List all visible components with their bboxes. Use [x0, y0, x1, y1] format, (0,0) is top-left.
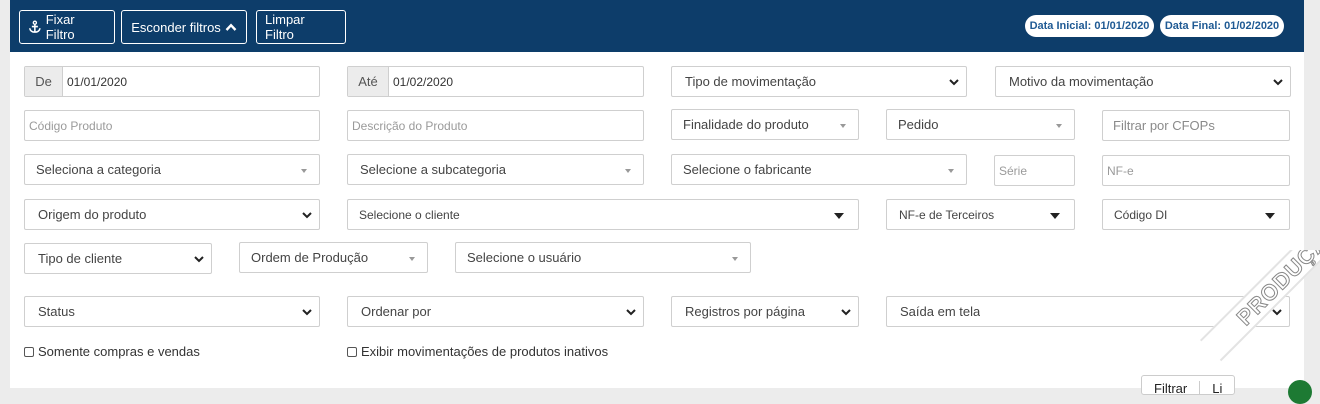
product-code-input[interactable]: Código Produto — [24, 110, 320, 141]
order-select[interactable]: Pedido — [886, 109, 1075, 140]
di-code-value: Código DI — [1114, 207, 1168, 222]
chevron-down-icon — [302, 212, 312, 219]
product-origin-value: Origem do produto — [38, 207, 147, 222]
date-from-field[interactable]: De 01/01/2020 — [24, 66, 320, 97]
chevron-up-icon — [225, 23, 237, 31]
chat-bubble-icon[interactable] — [1288, 380, 1312, 404]
caret-down-icon — [625, 169, 631, 173]
subcategory-value: Selecione a subcategoria — [360, 162, 506, 177]
user-select[interactable]: Selecione o usuário — [455, 242, 751, 273]
series-input[interactable]: Série — [994, 155, 1075, 186]
caret-down-icon — [834, 213, 844, 219]
third-party-nfe-select[interactable]: NF-e de Terceiros — [886, 199, 1075, 230]
checkbox-box[interactable] — [347, 346, 357, 357]
cfop-placeholder: Filtrar por CFOPs — [1113, 118, 1215, 133]
manufacturer-value: Selecione o fabricante — [683, 162, 812, 177]
output-value: Saída em tela — [900, 304, 981, 319]
date-from-addon: De — [25, 67, 63, 96]
movement-reason-select[interactable]: Motivo da movimentação — [995, 66, 1291, 97]
nfe-placeholder: NF-e — [1107, 163, 1134, 178]
date-to-field[interactable]: Até 01/02/2020 — [347, 66, 644, 97]
sort-by-select[interactable]: Ordenar por — [347, 296, 644, 327]
clear-button[interactable]: Li — [1199, 381, 1234, 394]
checkbox-box[interactable] — [24, 346, 34, 357]
di-code-select[interactable]: Código DI — [1102, 199, 1290, 230]
caret-down-icon — [948, 169, 954, 173]
client-type-value: Tipo de cliente — [38, 251, 123, 266]
hide-filters-button[interactable]: Esconder filtros — [121, 10, 247, 44]
date-to-addon: Até — [348, 67, 389, 96]
category-select[interactable]: Seleciona a categoria — [24, 154, 320, 185]
caret-down-icon — [301, 169, 307, 173]
clear-filter-label: Limpar Filtro — [265, 12, 305, 42]
series-placeholder: Série — [999, 163, 1028, 178]
action-button-group: Filtrar Li — [1141, 375, 1236, 395]
caret-down-icon — [1050, 213, 1060, 219]
sort-by-value: Ordenar por — [361, 304, 432, 319]
chevron-down-icon — [841, 309, 851, 316]
start-date-badge: Data Inicial: 01/01/2020 — [1025, 15, 1154, 37]
user-value: Selecione o usuário — [467, 250, 582, 265]
production-order-select[interactable]: Ordem de Produção — [239, 242, 428, 273]
category-value: Seleciona a categoria — [36, 162, 162, 177]
product-description-input[interactable]: Descrição do Produto — [347, 110, 644, 141]
fix-filter-button[interactable]: Fixar Filtro — [19, 10, 115, 44]
date-from-value: 01/01/2020 — [67, 74, 128, 89]
status-value: Status — [38, 304, 75, 319]
chevron-down-icon — [626, 309, 636, 316]
chevron-down-icon — [1273, 79, 1283, 86]
show-inactive-movements-label: Exibir movimentações de produtos inativo… — [361, 344, 609, 359]
order-value: Pedido — [898, 117, 939, 132]
only-purchases-sales-label: Somente compras e vendas — [38, 344, 200, 359]
chevron-down-icon — [194, 256, 204, 263]
client-type-select[interactable]: Tipo de cliente — [24, 243, 212, 274]
caret-down-icon — [1265, 213, 1275, 219]
product-origin-select[interactable]: Origem do produto — [24, 199, 320, 230]
chevron-down-icon — [949, 79, 959, 86]
hide-filters-label: Esconder filtros — [131, 19, 221, 35]
product-code-placeholder: Código Produto — [29, 118, 113, 133]
fix-filter-label: Fixar Filtro — [45, 12, 75, 42]
movement-reason-value: Motivo da movimentação — [1009, 74, 1154, 89]
caret-down-icon — [1056, 124, 1062, 128]
third-party-nfe-value: NF-e de Terceiros — [899, 207, 995, 222]
cfop-input[interactable]: Filtrar por CFOPs — [1102, 110, 1290, 141]
records-per-page-value: Registros por página — [685, 304, 805, 319]
movement-type-select[interactable]: Tipo de movimentação — [671, 66, 967, 97]
records-per-page-select[interactable]: Registros por página — [671, 296, 859, 327]
chevron-down-icon — [302, 309, 312, 316]
product-purpose-value: Finalidade do produto — [683, 117, 809, 132]
show-inactive-movements-checkbox[interactable]: Exibir movimentações de produtos inativo… — [347, 344, 608, 359]
manufacturer-select[interactable]: Selecione o fabricante — [671, 154, 967, 185]
end-date-badge: Data Final: 01/02/2020 — [1160, 15, 1284, 37]
movement-type-value: Tipo de movimentação — [685, 74, 817, 89]
only-purchases-sales-checkbox[interactable]: Somente compras e vendas — [24, 344, 200, 359]
chevron-down-icon — [1272, 309, 1282, 316]
date-to-value: 01/02/2020 — [393, 74, 454, 89]
client-select[interactable]: Selecione o cliente — [347, 199, 859, 230]
production-order-value: Ordem de Produção — [251, 250, 369, 265]
product-description-placeholder: Descrição do Produto — [352, 118, 468, 133]
caret-down-icon — [409, 257, 415, 261]
filter-button[interactable]: Filtrar — [1142, 381, 1199, 394]
caret-down-icon — [732, 257, 738, 261]
clear-filter-button[interactable]: Limpar Filtro — [256, 10, 346, 44]
status-select[interactable]: Status — [24, 296, 320, 327]
filter-panel — [10, 0, 1304, 388]
subcategory-select[interactable]: Selecione a subcategoria — [347, 154, 644, 185]
output-select[interactable]: Saída em tela — [886, 296, 1290, 327]
client-value: Selecione o cliente — [359, 207, 460, 222]
caret-down-icon — [840, 124, 846, 128]
product-purpose-select[interactable]: Finalidade do produto — [671, 109, 859, 140]
nfe-input[interactable]: NF-e — [1102, 155, 1290, 186]
anchor-icon — [28, 20, 41, 33]
